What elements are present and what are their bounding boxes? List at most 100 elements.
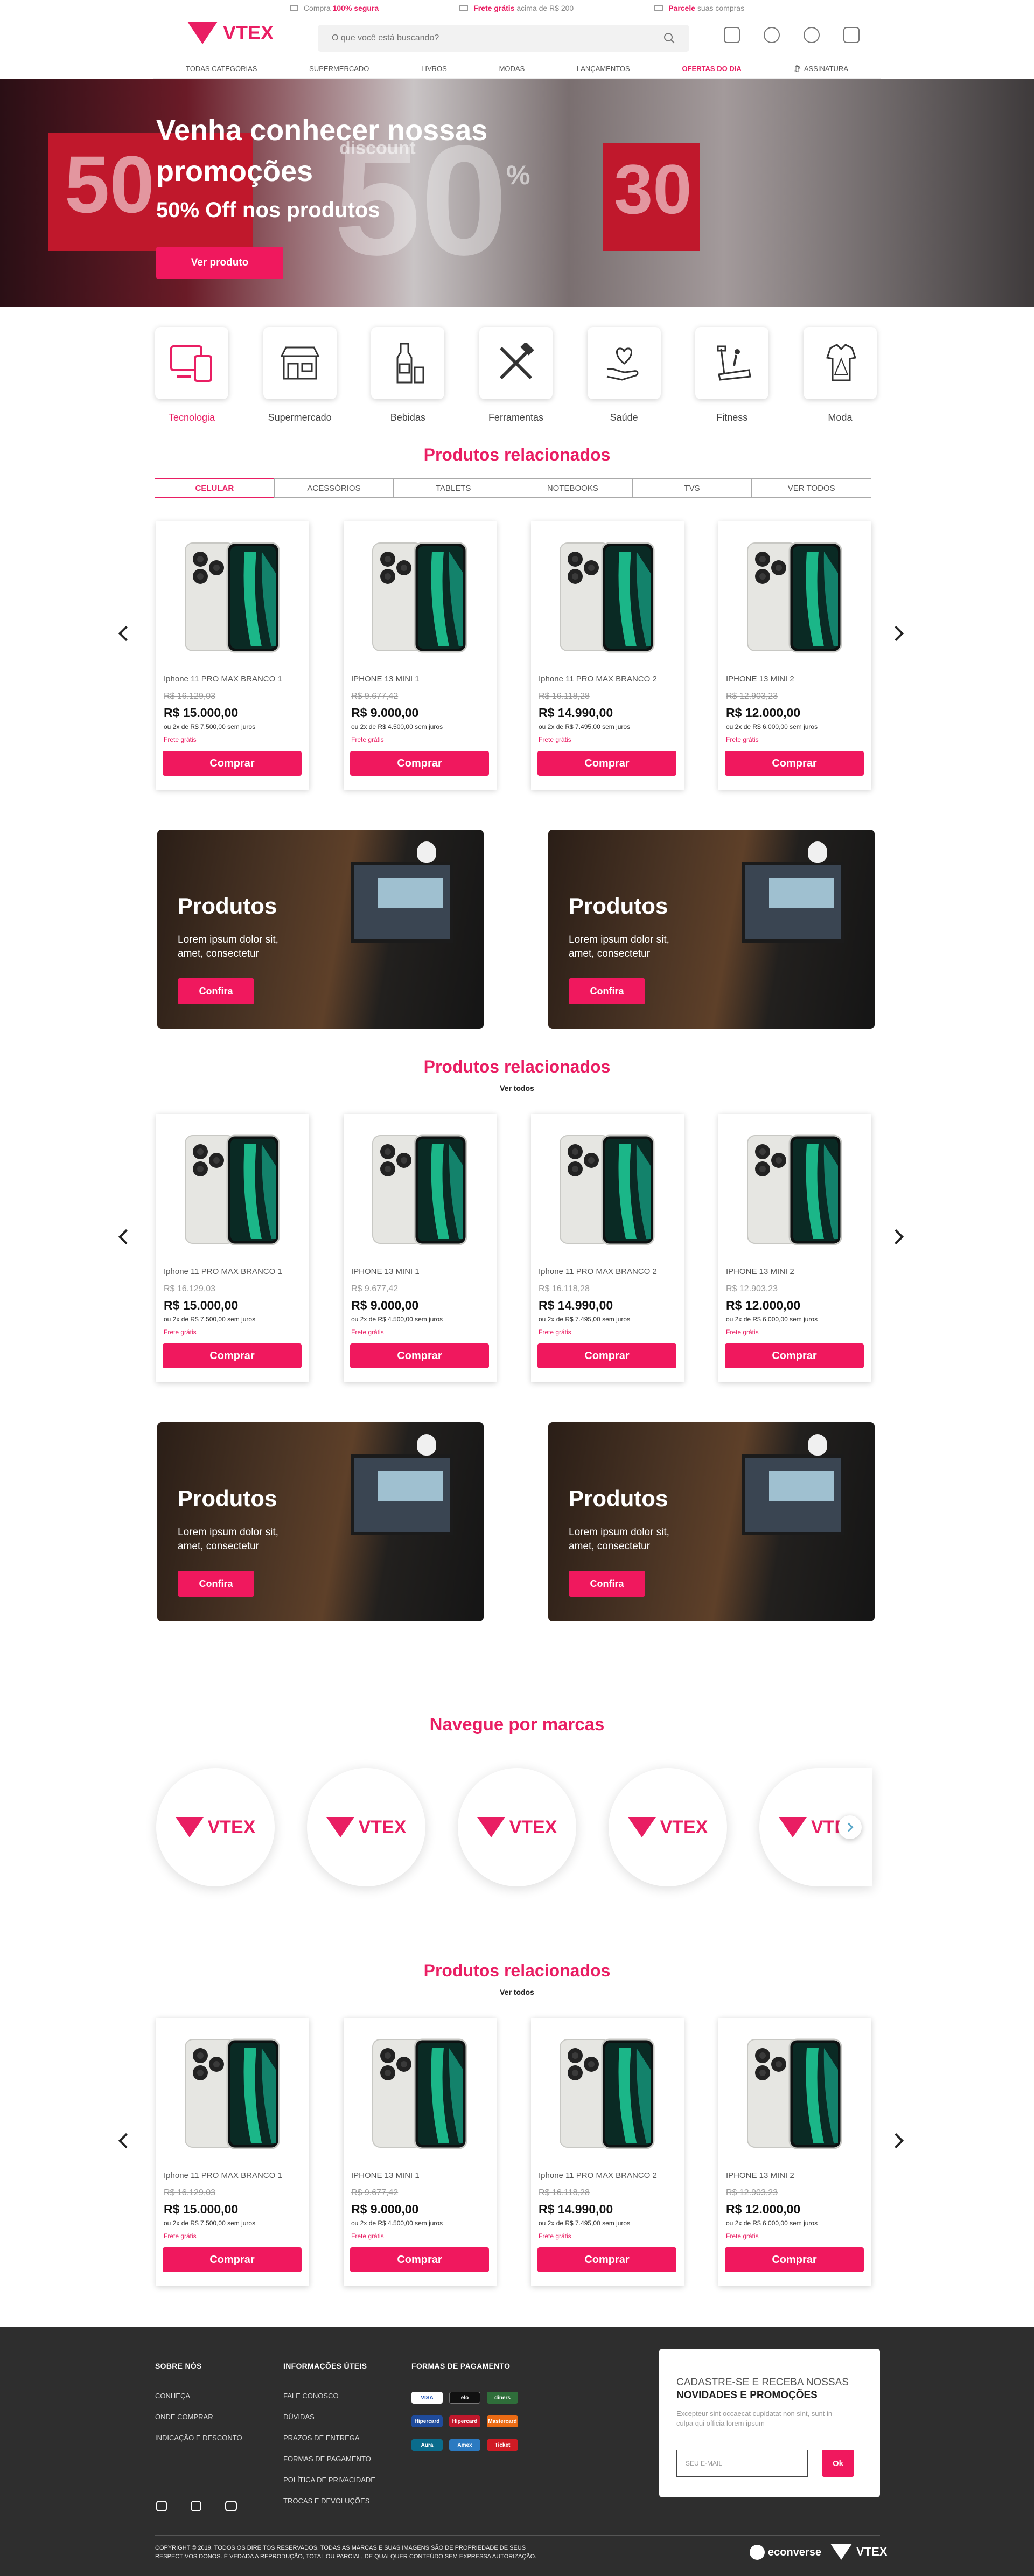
- buy-button[interactable]: Comprar: [537, 1343, 676, 1368]
- brands-next-button[interactable]: [838, 1815, 862, 1839]
- store-bag-icon[interactable]: [724, 27, 740, 43]
- nav-item[interactable]: LANÇAMENTOS: [577, 65, 630, 73]
- product-image-wrap[interactable]: [743, 541, 846, 654]
- product-image-wrap[interactable]: [743, 2037, 846, 2150]
- search-icon[interactable]: [663, 32, 675, 44]
- category-item[interactable]: Supermercado: [263, 327, 337, 423]
- product-card[interactable]: Iphone 11 PRO MAX BRANCO 2 R$ 16.118,28 …: [531, 2018, 684, 2286]
- see-all-link[interactable]: Ver todos: [0, 1084, 1034, 1092]
- footer-link[interactable]: POLÍTICA DE PRIVACIDADE: [283, 2476, 375, 2484]
- footer-link[interactable]: FALE CONOSCO: [283, 2392, 375, 2400]
- search-bar[interactable]: [318, 25, 689, 52]
- promo-banner[interactable]: Produtos Lorem ipsum dolor sit, amet, co…: [157, 1422, 484, 1621]
- nav-item-subscription[interactable]: 🛍 ASSINATURA: [793, 65, 848, 73]
- buy-button[interactable]: Comprar: [725, 2247, 864, 2272]
- promo-banner[interactable]: Produtos Lorem ipsum dolor sit, amet, co…: [157, 830, 484, 1029]
- nav-item[interactable]: SUPERMERCADO: [309, 65, 369, 73]
- promo-banner[interactable]: Produtos Lorem ipsum dolor sit, amet, co…: [548, 830, 875, 1029]
- carousel-next-icon[interactable]: [888, 2133, 904, 2149]
- product-card[interactable]: Iphone 11 PRO MAX BRANCO 2 R$ 16.118,28 …: [531, 521, 684, 790]
- product-name[interactable]: IPHONE 13 MINI 2: [726, 674, 794, 684]
- heart-icon[interactable]: [764, 27, 780, 43]
- product-image-wrap[interactable]: [368, 2037, 471, 2150]
- brand-card[interactable]: VTEX: [156, 1768, 275, 1886]
- footer-link[interactable]: TROCAS E DEVOLUÇÕES: [283, 2497, 375, 2505]
- category-item[interactable]: Ferramentas: [479, 327, 553, 423]
- product-name[interactable]: IPHONE 13 MINI 2: [726, 2171, 794, 2180]
- product-card[interactable]: Iphone 11 PRO MAX BRANCO 1 R$ 16.129,03 …: [156, 521, 309, 790]
- product-image-wrap[interactable]: [743, 1133, 846, 1247]
- product-image-wrap[interactable]: [556, 1133, 658, 1247]
- hero-cta-button[interactable]: Ver produto: [156, 247, 283, 279]
- promo-button[interactable]: Confira: [178, 1571, 254, 1597]
- product-card[interactable]: IPHONE 13 MINI 2 R$ 12.903,23 R$ 12.000,…: [718, 521, 871, 790]
- product-name[interactable]: IPHONE 13 MINI 1: [351, 2171, 420, 2180]
- buy-button[interactable]: Comprar: [537, 2247, 676, 2272]
- product-card[interactable]: IPHONE 13 MINI 1 R$ 9.677,42 R$ 9.000,00…: [344, 1114, 497, 1382]
- category-item[interactable]: Moda: [803, 327, 877, 423]
- nav-item[interactable]: MODAS: [499, 65, 525, 73]
- product-card[interactable]: IPHONE 13 MINI 1 R$ 9.677,42 R$ 9.000,00…: [344, 2018, 497, 2286]
- youtube-icon[interactable]: [225, 2501, 237, 2511]
- product-name[interactable]: Iphone 11 PRO MAX BRANCO 1: [164, 2171, 282, 2180]
- buy-button[interactable]: Comprar: [163, 751, 302, 776]
- instagram-icon[interactable]: [191, 2501, 201, 2511]
- buy-button[interactable]: Comprar: [350, 2247, 489, 2272]
- footer-link[interactable]: FORMAS DE PAGAMENTO: [283, 2455, 375, 2463]
- product-card[interactable]: IPHONE 13 MINI 2 R$ 12.903,23 R$ 12.000,…: [718, 1114, 871, 1382]
- logo[interactable]: VTEX: [187, 22, 274, 44]
- carousel-prev-icon[interactable]: [118, 1229, 134, 1245]
- brand-card[interactable]: VTEX: [609, 1768, 727, 1886]
- product-image-wrap[interactable]: [368, 541, 471, 654]
- product-image-wrap[interactable]: [556, 2037, 658, 2150]
- buy-button[interactable]: Comprar: [163, 2247, 302, 2272]
- product-name[interactable]: Iphone 11 PRO MAX BRANCO 2: [539, 1267, 657, 1276]
- product-card[interactable]: Iphone 11 PRO MAX BRANCO 1 R$ 16.129,03 …: [156, 2018, 309, 2286]
- product-card[interactable]: IPHONE 13 MINI 2 R$ 12.903,23 R$ 12.000,…: [718, 2018, 871, 2286]
- promo-button[interactable]: Confira: [178, 978, 254, 1004]
- brand-card[interactable]: VTEX: [458, 1768, 576, 1886]
- carousel-next-icon[interactable]: [888, 1229, 904, 1245]
- tab-notebooks[interactable]: NOTEBOOKS: [513, 478, 633, 498]
- email-field[interactable]: SEU E-MAIL: [676, 2450, 808, 2477]
- promo-button[interactable]: Confira: [569, 1571, 645, 1597]
- buy-button[interactable]: Comprar: [163, 1343, 302, 1368]
- product-name[interactable]: IPHONE 13 MINI 1: [351, 674, 420, 684]
- newsletter-submit-button[interactable]: Ok: [822, 2450, 854, 2477]
- category-item[interactable]: Bebidas: [371, 327, 445, 423]
- product-card[interactable]: Iphone 11 PRO MAX BRANCO 1 R$ 16.129,03 …: [156, 1114, 309, 1382]
- category-item[interactable]: Fitness: [695, 327, 769, 423]
- tab-acessorios[interactable]: ACESSÓRIOS: [274, 478, 394, 498]
- promo-banner[interactable]: Produtos Lorem ipsum dolor sit, amet, co…: [548, 1422, 875, 1621]
- product-card[interactable]: Iphone 11 PRO MAX BRANCO 2 R$ 16.118,28 …: [531, 1114, 684, 1382]
- footer-link[interactable]: DÚVIDAS: [283, 2413, 375, 2421]
- footer-link[interactable]: ONDE COMPRAR: [155, 2413, 242, 2421]
- category-item[interactable]: Tecnologia: [155, 327, 228, 423]
- footer-link[interactable]: PRAZOS DE ENTREGA: [283, 2434, 375, 2442]
- footer-link[interactable]: CONHEÇA: [155, 2392, 242, 2400]
- category-item[interactable]: Saúde: [587, 327, 661, 423]
- buy-button[interactable]: Comprar: [725, 1343, 864, 1368]
- product-name[interactable]: Iphone 11 PRO MAX BRANCO 2: [539, 2171, 657, 2180]
- nav-item[interactable]: TODAS CATEGORIAS: [186, 65, 257, 73]
- user-icon[interactable]: [804, 27, 820, 43]
- product-name[interactable]: IPHONE 13 MINI 1: [351, 1267, 420, 1276]
- nav-item[interactable]: LIVROS: [421, 65, 447, 73]
- tab-tvs[interactable]: TVS: [632, 478, 752, 498]
- tab-ver-todos[interactable]: VER TODOS: [751, 478, 872, 498]
- nav-item-offers[interactable]: OFERTAS DO DIA: [682, 65, 741, 73]
- buy-button[interactable]: Comprar: [725, 751, 864, 776]
- carousel-prev-icon[interactable]: [118, 625, 134, 642]
- see-all-link[interactable]: Ver todos: [0, 1988, 1034, 1996]
- product-name[interactable]: Iphone 11 PRO MAX BRANCO 1: [164, 674, 282, 684]
- cart-icon[interactable]: [843, 27, 860, 43]
- product-image-wrap[interactable]: [181, 1133, 283, 1247]
- buy-button[interactable]: Comprar: [350, 751, 489, 776]
- tab-tablets[interactable]: TABLETS: [393, 478, 514, 498]
- product-name[interactable]: IPHONE 13 MINI 2: [726, 1267, 794, 1276]
- product-name[interactable]: Iphone 11 PRO MAX BRANCO 1: [164, 1267, 282, 1276]
- buy-button[interactable]: Comprar: [537, 751, 676, 776]
- facebook-icon[interactable]: [156, 2501, 167, 2511]
- product-image-wrap[interactable]: [181, 2037, 283, 2150]
- search-input[interactable]: [332, 33, 633, 43]
